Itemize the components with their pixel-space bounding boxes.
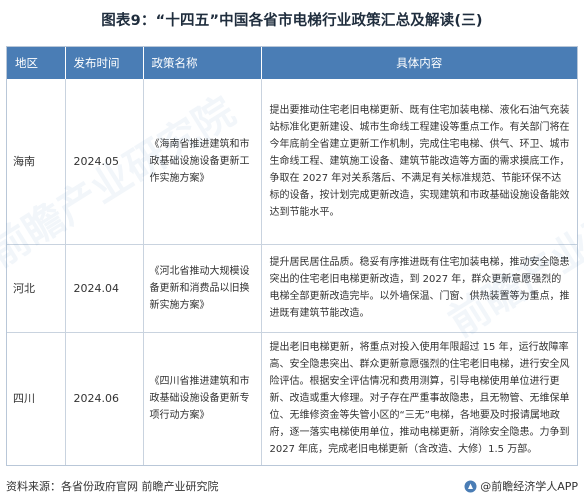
cell-date: 2024.06 [65, 332, 144, 465]
cell-date: 2024.04 [65, 244, 144, 333]
brand-mark: @前瞻经济学人APP [464, 478, 578, 494]
brand-label: @前瞻经济学人APP [480, 480, 578, 493]
column-header-region: 地区 [7, 47, 66, 79]
footer: 资料来源：各省份政府官网 前瞻产业研究院 @前瞻经济学人APP [6, 476, 578, 496]
policy-table: 地区 发布时间 政策名称 具体内容 海南 2024.05 《海南省推进建筑和市政… [6, 46, 578, 466]
cell-policy-name: 《海南省推进建筑和市政基础设施设备更新工作实施方案》 [143, 79, 262, 245]
column-header-date: 发布时间 [65, 47, 144, 79]
table-row: 河北 2024.04 《河北省推动大规模设备更新和消费品以旧换新实施方案》 提升… [7, 244, 577, 333]
cell-date: 2024.05 [65, 79, 144, 245]
cell-region: 海南 [7, 79, 66, 245]
column-header-content: 具体内容 [261, 47, 577, 79]
cell-content: 提出老旧电梯更新，将重点对投入使用年限超过 15 年，运行故障率高、安全隐患突出… [269, 342, 570, 456]
cell-policy-name: 《河北省推动大规模设备更新和消费品以旧换新实施方案》 [143, 244, 262, 333]
brand-logo-icon [464, 480, 477, 492]
column-header-name: 政策名称 [143, 47, 262, 79]
table-row: 海南 2024.05 《海南省推进建筑和市政基础设施设备更新工作实施方案》 提出… [7, 79, 577, 245]
cell-region: 河北 [7, 244, 66, 333]
cell-region: 四川 [7, 332, 66, 465]
table-row: 四川 2024.06 《四川省推进建筑和市政基础设施设备更新专项行动方案》 提出… [7, 332, 577, 465]
table-header-row: 地区 发布时间 政策名称 具体内容 [7, 47, 577, 79]
source-note: 资料来源：各省份政府官网 前瞻产业研究院 [6, 480, 219, 493]
page-title: 图表9：“十四五”中国各省市电梯行业政策汇总及解读(三) [101, 13, 483, 29]
cell-policy-name: 《四川省推进建筑和市政基础设施设备更新专项行动方案》 [143, 332, 262, 465]
cell-content: 提升居民居住品质。稳妥有序推进既有住宅加装电梯，推动安全隐患突出的住宅老旧电梯更… [261, 244, 577, 333]
cell-content: 提出要推动住宅老旧电梯更新、既有住宅加装电梯、液化石油气充装站标准化更新建设、城… [261, 79, 577, 245]
